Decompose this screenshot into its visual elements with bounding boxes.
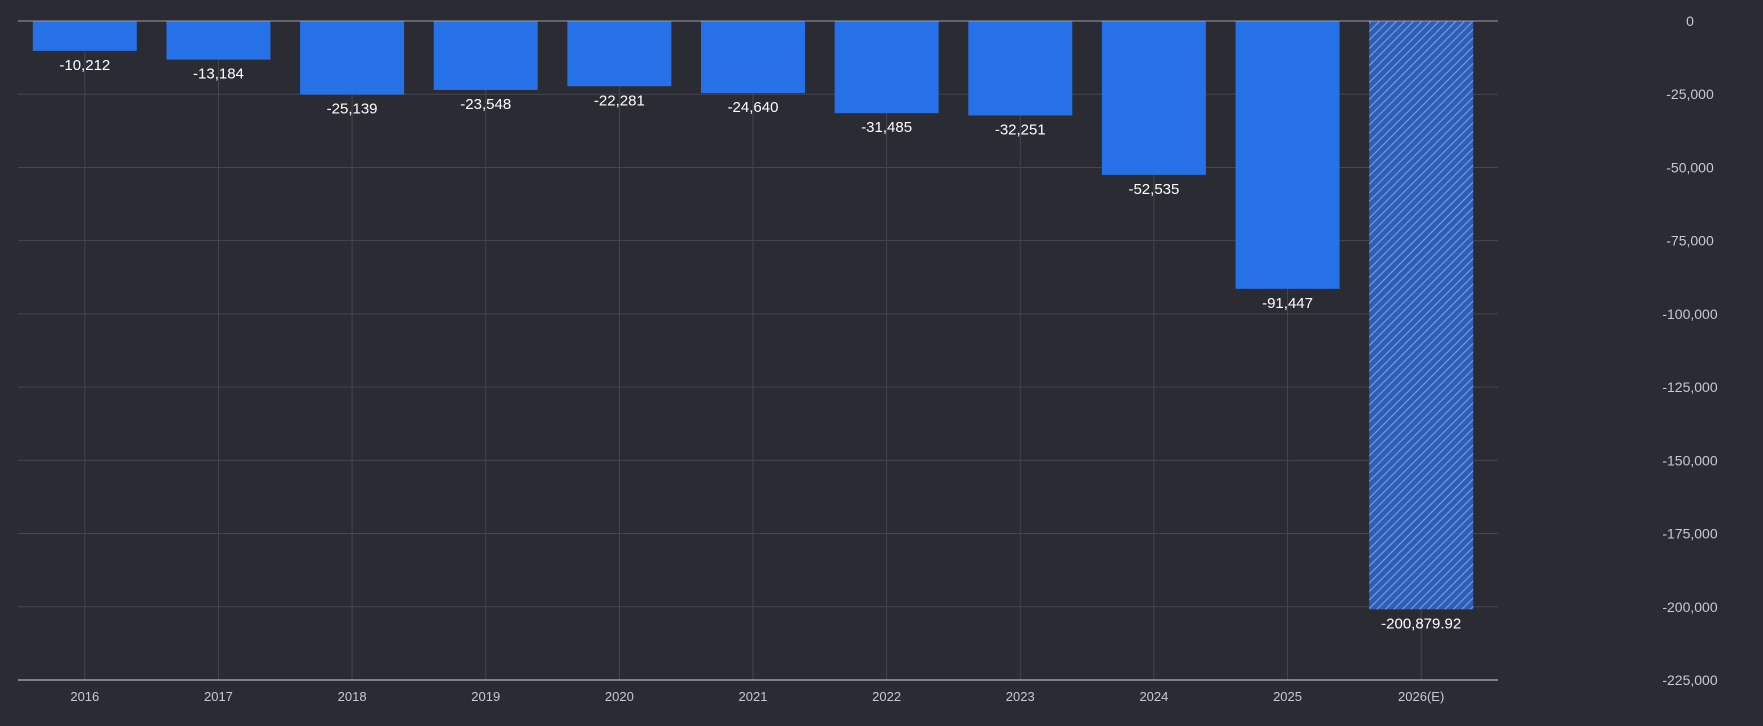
y-tick-label: -200,000 [1662,599,1717,615]
x-tick-label: 2019 [471,689,500,704]
bar[interactable] [1101,21,1206,175]
y-tick-label: -175,000 [1662,526,1717,542]
bar[interactable] [968,21,1073,116]
y-tick-label: -100,000 [1662,306,1717,322]
bar[interactable] [1235,21,1340,289]
chart-container: -10,212 -13,184 -25,139 -23,548 -22,281 -24,6… [0,0,1763,721]
bar-value-label: -31,485 [861,119,912,136]
bar[interactable] [166,21,271,60]
bar-value-label: -32,251 [995,121,1046,138]
x-tick-label: 2016 [70,689,99,704]
y-tick-label: 0 [1686,13,1694,29]
x-tick-label: 2017 [204,689,233,704]
bar[interactable] [300,21,405,95]
x-tick-label: 2024 [1139,689,1168,704]
bar[interactable] [834,21,939,114]
x-tick-label: 2021 [739,689,768,704]
bar-value-label: -10,212 [59,57,110,74]
x-tick-label: 2020 [605,689,634,704]
x-tick-label: 2025 [1273,689,1302,704]
bar-value-label: -91,447 [1262,295,1313,312]
bar-value-label: -25,139 [327,101,378,118]
x-tick-label: 2022 [872,689,901,704]
bar[interactable] [701,21,805,94]
y-tick-label: -125,000 [1662,379,1717,395]
bar[interactable] [32,21,137,51]
bar[interactable] [567,21,672,87]
bar-value-label: -24,640 [728,99,779,116]
x-tick-label: 2018 [338,689,367,704]
x-tick-label: 2026(E) [1398,689,1444,704]
y-tick-label: -225,000 [1662,672,1717,688]
bar-value-label: -52,535 [1128,181,1179,198]
bar-value-label: -13,184 [193,66,244,83]
bar-chart: -10,212 -13,184 -25,139 -23,548 -22,281 -24,6… [18,13,1718,704]
y-tick-label: -75,000 [1666,233,1714,249]
bar-value-label: -22,281 [594,92,645,109]
bar[interactable] [433,21,538,90]
x-tick-label: 2023 [1006,689,1035,704]
y-tick-label: -150,000 [1662,452,1717,468]
bar-value-label: -23,548 [460,96,511,113]
bar-value-label: -200,879.92 [1381,615,1461,632]
bar-estimated[interactable] [1369,21,1474,610]
y-tick-label: -25,000 [1666,86,1714,102]
y-tick-label: -50,000 [1666,159,1714,175]
